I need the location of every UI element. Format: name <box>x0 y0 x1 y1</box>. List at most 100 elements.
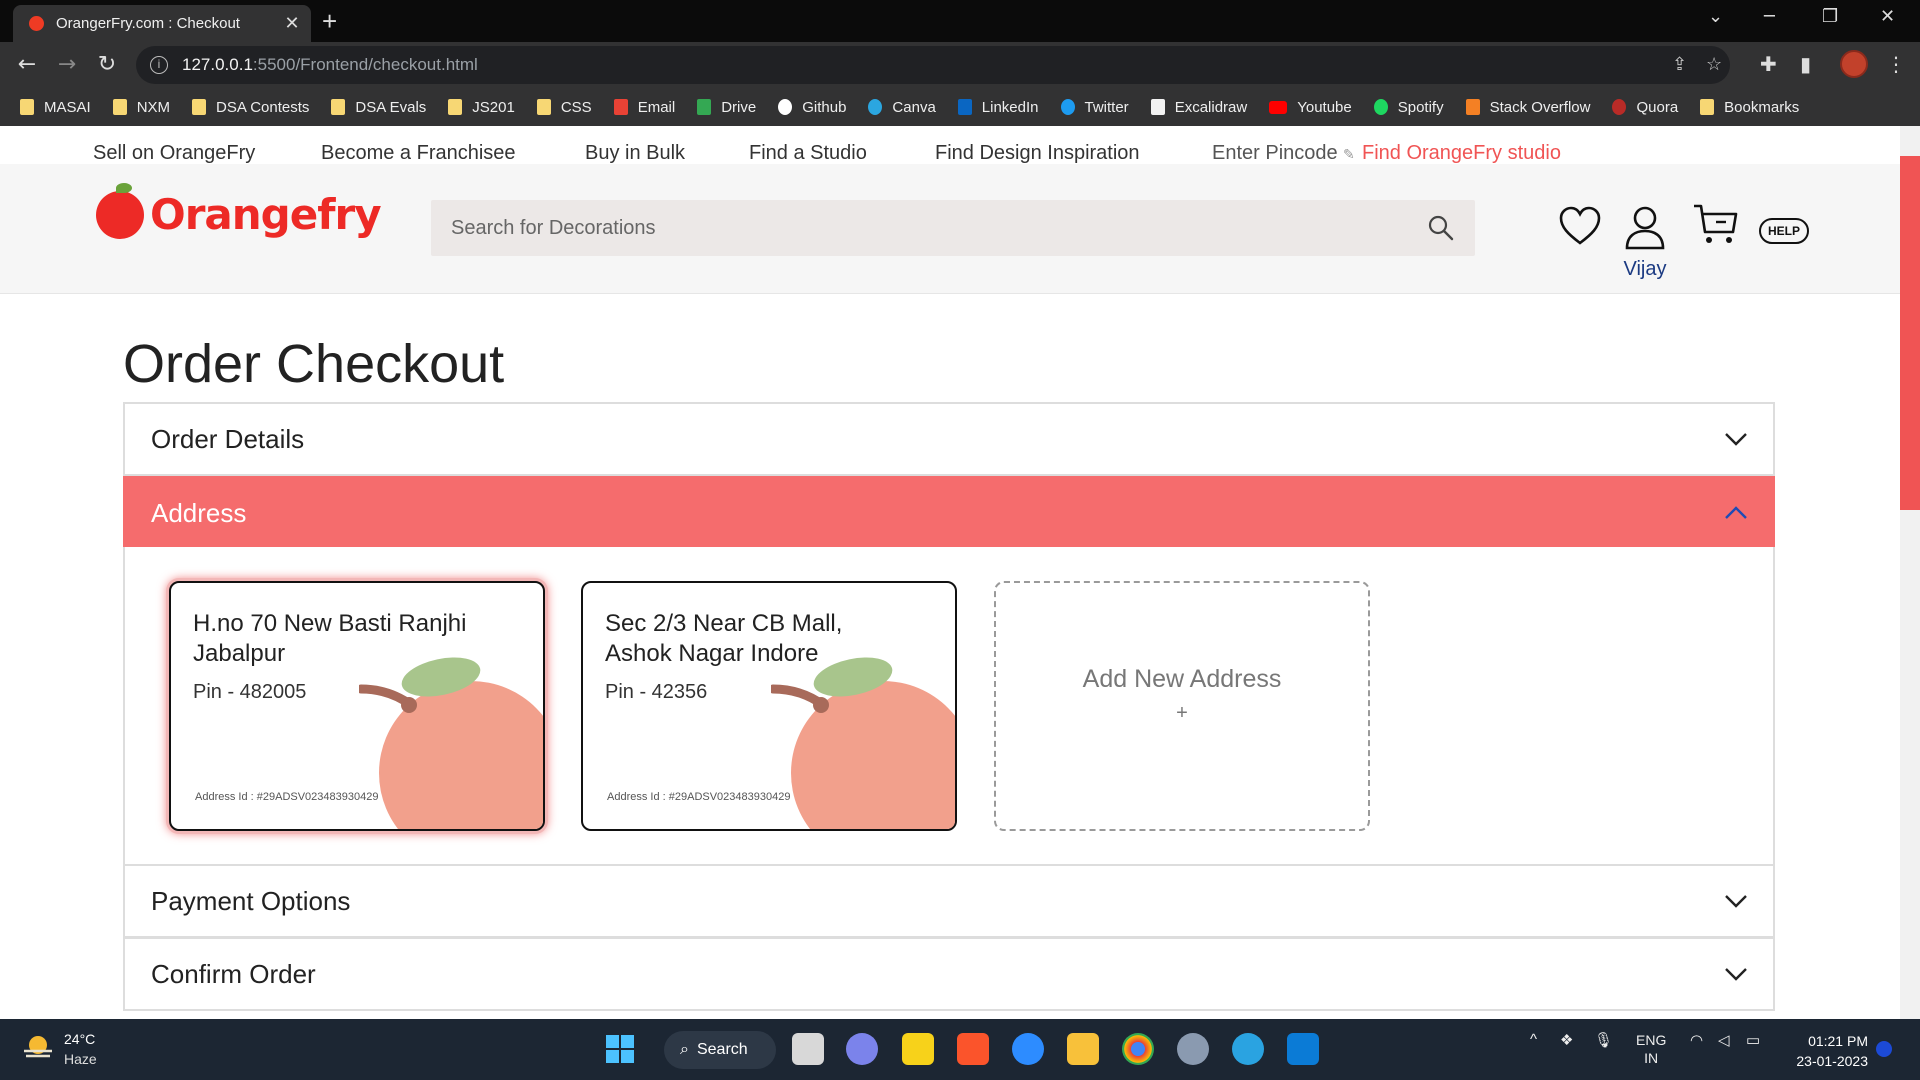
excalidraw-icon <box>1150 99 1165 115</box>
help-button[interactable]: HELP <box>1759 218 1809 244</box>
bookmark-folder-bookmarks[interactable]: Bookmarks <box>1700 99 1799 116</box>
bookmark-nxm[interactable]: NXM <box>112 99 170 116</box>
site-info-icon[interactable]: i <box>150 56 168 74</box>
order-details-header[interactable]: Order Details <box>125 404 1773 474</box>
studio-link[interactable]: Find a Studio <box>749 142 867 165</box>
linkedin-icon <box>957 99 972 115</box>
search-icon: ⌕ <box>680 1041 689 1058</box>
user-icon[interactable] <box>1623 204 1667 252</box>
bookmark-quora[interactable]: Quora <box>1612 99 1678 116</box>
chevron-down-icon[interactable] <box>1723 961 1749 987</box>
share-icon[interactable]: ⇪ <box>1672 54 1687 75</box>
bookmark-spotify[interactable]: Spotify <box>1373 99 1444 116</box>
back-arrow-icon[interactable]: ← <box>12 50 42 80</box>
bookmark-star-icon[interactable]: ☆ <box>1706 54 1722 75</box>
bulk-link[interactable]: Buy in Bulk <box>585 142 685 165</box>
task-view-icon[interactable] <box>792 1033 824 1065</box>
battery-icon[interactable]: ▭ <box>1746 1031 1760 1049</box>
vscode-icon[interactable] <box>1287 1033 1319 1065</box>
bookmark-excalidraw[interactable]: Excalidraw <box>1150 99 1247 116</box>
bookmark-youtube[interactable]: Youtube <box>1269 99 1352 116</box>
tray-chevron-up-icon[interactable]: ^ <box>1530 1031 1537 1048</box>
system-clock[interactable]: 01:21 PM 23-01-2023 <box>1788 1031 1868 1071</box>
bookmark-github[interactable]: Github <box>778 99 846 116</box>
temperature: 24°C <box>64 1031 96 1047</box>
youtube-icon <box>1269 100 1288 114</box>
settings-gear-icon[interactable] <box>1177 1033 1209 1065</box>
site-header: Orangefry Vijay HELP <box>0 164 1900 294</box>
windows-start-icon[interactable] <box>604 1033 636 1065</box>
file-explorer-icon[interactable] <box>1067 1033 1099 1065</box>
brave-browser-icon[interactable] <box>957 1033 989 1065</box>
chevron-up-icon[interactable] <box>1723 500 1749 526</box>
bookmark-css[interactable]: CSS <box>536 99 592 116</box>
new-tab-button[interactable]: + <box>322 6 337 37</box>
bookmark-label: Github <box>802 98 847 116</box>
confirm-order-header[interactable]: Confirm Order <box>125 939 1773 1009</box>
bookmark-linkedin[interactable]: LinkedIn <box>957 99 1039 116</box>
zoom-icon[interactable] <box>1012 1033 1044 1065</box>
user-name[interactable]: Vijay <box>1620 258 1670 281</box>
tab-close-icon[interactable]: ✕ <box>283 13 301 34</box>
orangefry-logo[interactable]: Orangefry <box>96 182 382 239</box>
pincode-input-label[interactable]: Enter Pincode <box>1212 142 1338 165</box>
clock-time: 01:21 PM <box>1808 1033 1868 1049</box>
telegram-icon[interactable] <box>1232 1033 1264 1065</box>
notification-badge[interactable] <box>1876 1041 1892 1057</box>
side-panel-icon[interactable]: ▮ <box>1800 52 1811 76</box>
cart-icon[interactable] <box>1692 200 1740 248</box>
franchise-link[interactable]: Become a Franchisee <box>321 142 516 165</box>
teams-chat-icon[interactable] <box>846 1033 878 1065</box>
taskbar-search-button[interactable]: ⌕ Search <box>664 1031 776 1069</box>
wishlist-heart-icon[interactable] <box>1558 206 1602 246</box>
bookmark-drive[interactable]: Drive <box>697 99 756 116</box>
page-scrollbar-thumb[interactable] <box>1900 156 1920 510</box>
search-icon[interactable] <box>1427 214 1455 242</box>
extensions-puzzle-icon[interactable]: ✚ <box>1760 52 1777 76</box>
tab-title: OrangerFry.com : Checkout <box>56 15 240 32</box>
haze-weather-icon[interactable] <box>22 1033 54 1063</box>
folder-icon <box>1700 99 1715 115</box>
sticky-notes-icon[interactable] <box>902 1033 934 1065</box>
inspiration-link[interactable]: Find Design Inspiration <box>935 142 1140 165</box>
language-indicator[interactable]: ENG IN <box>1636 1031 1666 1067</box>
volume-icon[interactable]: ◁ <box>1718 1031 1730 1049</box>
bookmark-label: Drive <box>721 98 757 116</box>
address-bar[interactable]: i 127.0.0.1 :5500/Frontend/checkout.html… <box>136 46 1730 84</box>
minimize-icon[interactable]: ─ <box>1764 6 1775 27</box>
payment-options-title: Payment Options <box>151 885 351 916</box>
bookmark-js201[interactable]: JS201 <box>448 99 515 116</box>
reload-icon[interactable]: ↻ <box>92 50 122 80</box>
bookmark-canva[interactable]: Canva <box>868 99 936 116</box>
dropbox-icon[interactable]: ❖ <box>1560 1031 1573 1049</box>
tab-search-chevron-icon[interactable]: ⌄ <box>1708 6 1723 27</box>
profile-avatar[interactable] <box>1840 50 1868 78</box>
address-card[interactable]: Sec 2/3 Near CB Mall, Ashok Nagar Indore… <box>581 581 957 831</box>
bookmark-stack-overflow[interactable]: Stack Overflow <box>1465 99 1590 116</box>
add-new-address-button[interactable]: Add New Address + <box>994 581 1370 831</box>
address-header[interactable]: Address <box>125 478 1773 548</box>
find-studio-link[interactable]: Find OrangeFry studio <box>1362 142 1561 165</box>
wifi-icon[interactable]: ◠ <box>1690 1031 1703 1049</box>
chevron-down-icon[interactable] <box>1723 888 1749 914</box>
order-details-title: Order Details <box>151 423 305 454</box>
microphone-icon[interactable]: 🎙 <box>1594 1031 1613 1049</box>
bookmark-twitter[interactable]: Twitter <box>1060 99 1129 116</box>
browser-tab-checkout[interactable]: OrangerFry.com : Checkout ✕ <box>13 5 311 42</box>
search-input[interactable] <box>451 216 1427 240</box>
chevron-down-icon[interactable] <box>1723 426 1749 452</box>
address-card-selected[interactable]: H.no 70 New Basti Ranjhi Jabalpur Pin - … <box>169 581 545 831</box>
bookmark-masai[interactable]: MASAI <box>20 99 91 116</box>
browser-menu-icon[interactable]: ⋮ <box>1886 52 1906 76</box>
chrome-icon[interactable] <box>1122 1033 1154 1065</box>
restore-icon[interactable]: ❐ <box>1822 6 1838 27</box>
forward-arrow-icon[interactable]: → <box>52 50 82 80</box>
bookmark-dsa-evals[interactable]: DSA Evals <box>331 99 426 116</box>
pencil-icon[interactable]: ✎ <box>1343 146 1355 163</box>
payment-options-header[interactable]: Payment Options <box>125 866 1773 936</box>
window-close-icon[interactable]: ✕ <box>1880 6 1895 27</box>
sell-link[interactable]: Sell on OrangeFry <box>93 142 255 165</box>
search-bar <box>431 200 1475 256</box>
bookmark-email[interactable]: Email <box>613 99 675 116</box>
bookmark-dsa-contests[interactable]: DSA Contests <box>192 99 309 116</box>
